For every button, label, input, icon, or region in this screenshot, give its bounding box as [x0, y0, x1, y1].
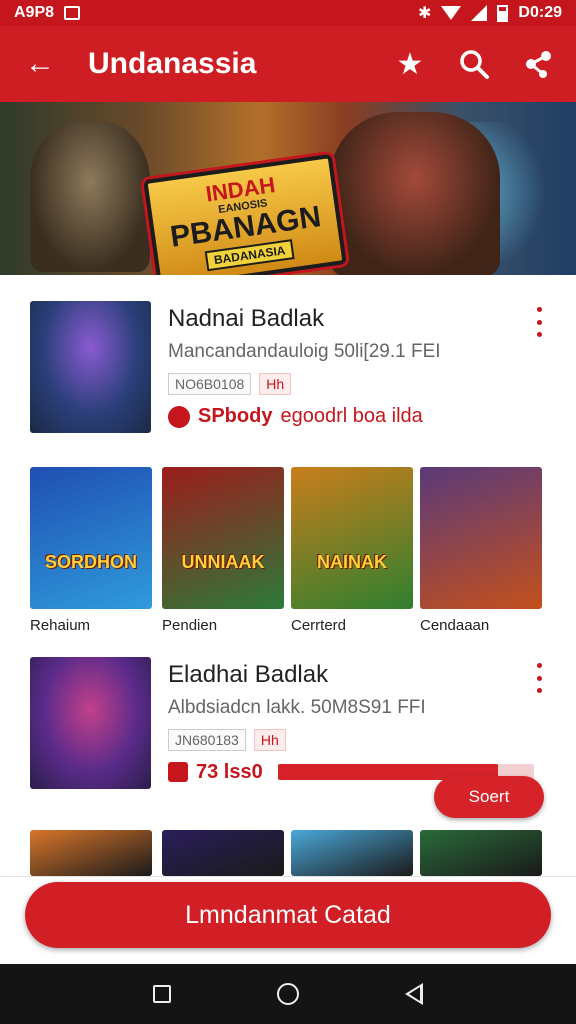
game-card-1[interactable]: Nadnai Badlak Mancandandauloig 50li[29.1…	[0, 301, 576, 481]
grid-game-thumbnail[interactable]	[291, 830, 413, 876]
hero-banner[interactable]: INDAH EANOSIS PBANAGN BADANASIA	[0, 102, 576, 275]
game-title: Nadnai Badlak	[168, 305, 325, 332]
grid-game-label: Cendaaan	[420, 617, 490, 634]
grid-game-item[interactable]: NAINAK Cerrterd	[291, 467, 413, 634]
grid-game-art-text: SORDHON	[44, 552, 137, 572]
game-grid-partial	[0, 830, 576, 876]
banner-hero-right-image	[330, 112, 500, 275]
game-tag-highlight: Hh	[253, 729, 286, 751]
game-subtitle: Albdsiadcn lakk. 50M8S91 FFI	[168, 697, 426, 718]
game-tag: JN680183	[168, 729, 246, 751]
game-grid: SORDHON Rehaium UNNIAAK Pendien NAINAK Cerrte…	[0, 467, 576, 637]
grid-game-thumbnail[interactable]: UNNIAAK	[162, 467, 284, 609]
battery-icon	[497, 4, 509, 22]
grid-game-label: Pendien	[162, 617, 218, 634]
more-options-icon[interactable]	[532, 663, 546, 693]
game-subtitle: Mancandandauloig 50li[29.1 FEI	[168, 341, 441, 362]
grid-game-thumbnail[interactable]	[162, 830, 284, 876]
app-bar: ← Undanassia ★	[0, 26, 576, 102]
bluetooth-icon: ✱	[418, 5, 432, 22]
grid-game-thumbnail[interactable]	[30, 830, 152, 876]
grid-game-thumbnail[interactable]: SORDHON	[30, 467, 152, 609]
star-icon[interactable]: ★	[392, 46, 428, 82]
grid-game-thumbnail[interactable]	[420, 830, 542, 876]
game-tag-highlight: Hh	[259, 373, 292, 395]
grid-game-item[interactable]: UNNIAAK Pendien	[162, 467, 284, 634]
game-tag: NO6B0108	[168, 373, 252, 395]
home-icon[interactable]	[277, 983, 299, 1005]
promo-bold: SPbody	[198, 405, 273, 427]
grid-game-item[interactable]: Cendaaan	[420, 467, 542, 634]
banner-game-logo: INDAH EANOSIS PBANAGN BADANASIA	[143, 153, 347, 275]
grid-game-art-text: UNNIAAK	[181, 552, 265, 572]
grid-game-label: Rehaium	[30, 617, 91, 634]
promo-text: egoodrl boa ilda	[280, 405, 423, 427]
share-icon[interactable]	[520, 46, 556, 82]
game-thumbnail[interactable]	[30, 301, 151, 433]
grid-game-art-text: NAINAK	[317, 552, 387, 572]
grid-game-thumbnail[interactable]	[420, 467, 542, 609]
status-bar: A9P8 ✱ D0:29	[0, 0, 576, 26]
signal-icon	[471, 5, 488, 21]
grid-game-thumbnail[interactable]: NAINAK	[291, 467, 413, 609]
system-nav-bar	[0, 964, 576, 1024]
wifi-icon	[441, 6, 462, 20]
sort-button[interactable]: Soert	[434, 776, 544, 818]
search-icon[interactable]	[456, 46, 492, 82]
page-title: Undanassia	[88, 47, 257, 80]
status-left-text: A9P8	[14, 4, 55, 21]
notification-icon	[64, 6, 81, 20]
banner-hero-left-image	[30, 122, 150, 272]
more-options-icon[interactable]	[532, 307, 546, 337]
back-arrow-icon[interactable]: ←	[20, 44, 60, 84]
user-icon	[168, 405, 190, 428]
grid-game-label: Cerrterd	[291, 617, 347, 634]
progress-text: 73 lss0	[196, 760, 263, 783]
status-time: D0:29	[518, 4, 562, 21]
primary-cta-button[interactable]: Lmndanmat Catad	[25, 882, 551, 948]
grid-game-item[interactable]: SORDHON Rehaium	[30, 467, 152, 634]
back-icon[interactable]	[405, 983, 423, 1005]
download-icon	[168, 762, 188, 782]
game-title: Eladhai Badlak	[168, 661, 329, 688]
recents-icon[interactable]	[153, 985, 171, 1003]
game-thumbnail[interactable]	[30, 657, 151, 789]
promo-line: SPbody egoodrl boa ilda	[168, 405, 423, 428]
